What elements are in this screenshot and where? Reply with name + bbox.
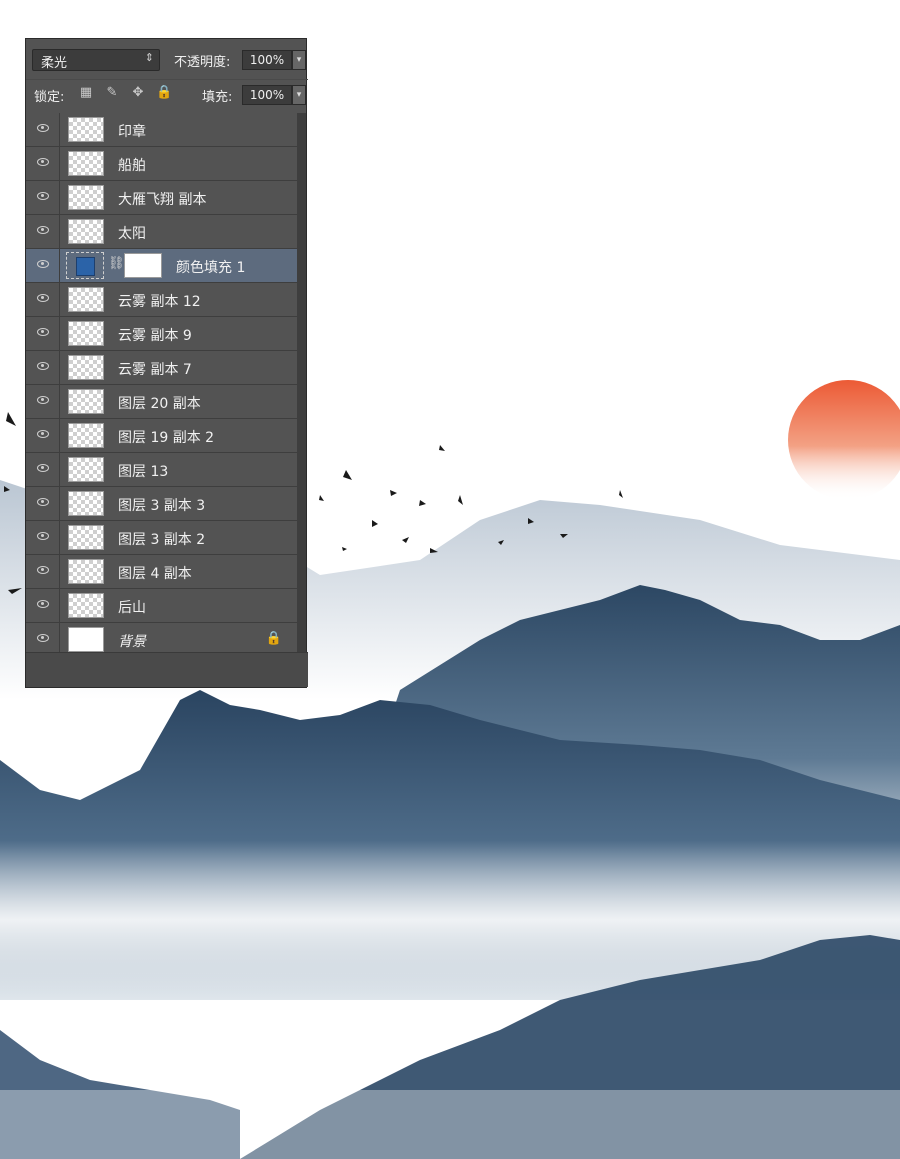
layer-name: 颜色填充 1 (176, 260, 246, 276)
layer-name: 图层 4 副本 (118, 566, 192, 582)
blend-opacity-row: 柔光 ⇕ 不透明度: 100% ▾ (26, 39, 308, 79)
fill-dropdown-icon[interactable]: ▾ (292, 85, 306, 105)
layer-name: 大雁飞翔 副本 (118, 192, 207, 208)
layer-name: 图层 3 副本 2 (118, 532, 206, 548)
visibility-eye-icon[interactable] (37, 566, 49, 574)
layer-name: 云雾 副本 7 (118, 362, 192, 378)
visibility-eye-icon[interactable] (37, 226, 49, 234)
layer-row[interactable]: 云雾 副本 9 (26, 317, 298, 351)
layer-row[interactable]: 船舶 (26, 147, 298, 181)
layer-thumbnail (68, 185, 104, 210)
opacity-dropdown-icon[interactable]: ▾ (292, 50, 306, 70)
visibility-eye-icon[interactable] (37, 498, 49, 506)
visibility-eye-icon[interactable] (37, 124, 49, 132)
blend-mode-dropdown[interactable]: 柔光 ⇕ (32, 49, 160, 71)
layer-name: 图层 13 (118, 464, 169, 480)
layer-lock-icon: 🔒 (265, 631, 282, 646)
layer-row[interactable]: 大雁飞翔 副本 (26, 181, 298, 215)
color-fill-thumbnail[interactable] (66, 252, 104, 279)
layer-name: 船舶 (118, 158, 146, 174)
layer-row[interactable]: 图层 3 副本 3 (26, 487, 298, 521)
sun-shape (788, 380, 900, 500)
layer-thumbnail (68, 559, 104, 584)
link-chain-icon[interactable]: ⛓ (108, 256, 125, 271)
layer-name: 背景 (118, 634, 146, 650)
visibility-eye-icon[interactable] (37, 192, 49, 200)
layer-row[interactable]: 图层 13 (26, 453, 298, 487)
layer-row[interactable]: 印章 (26, 113, 298, 147)
layer-thumbnail (68, 151, 104, 176)
layer-row[interactable]: 图层 3 副本 2 (26, 521, 298, 555)
layer-row[interactable]: 图层 20 副本 (26, 385, 298, 419)
visibility-eye-icon[interactable] (37, 464, 49, 472)
layer-thumbnail (68, 457, 104, 482)
visibility-eye-icon[interactable] (37, 600, 49, 608)
layer-thumbnail (68, 491, 104, 516)
layer-thumbnail (68, 287, 104, 312)
layer-row[interactable]: 太阳 (26, 215, 298, 249)
chevron-updown-icon: ⇕ (144, 51, 154, 64)
layer-thumbnail (68, 423, 104, 448)
layer-name: 云雾 副本 9 (118, 328, 192, 344)
layer-name: 后山 (118, 600, 146, 616)
visibility-eye-icon[interactable] (37, 362, 49, 370)
visibility-eye-icon[interactable] (37, 158, 49, 166)
opacity-input[interactable]: 100% (242, 50, 292, 70)
layer-name: 图层 20 副本 (118, 396, 201, 412)
layers-list: 印章 船舶 大雁飞翔 副本 太阳 ⛓ 颜色填充 1 云雾 副本 12 云雾 副本… (26, 113, 298, 657)
layer-thumbnail (68, 525, 104, 550)
layer-thumbnail (68, 219, 104, 244)
visibility-eye-icon[interactable] (37, 532, 49, 540)
panel-scrollbar[interactable] (297, 113, 306, 653)
bottom-mist (0, 1090, 900, 1159)
layer-row[interactable]: 后山 (26, 589, 298, 623)
fill-input[interactable]: 100% (242, 85, 292, 105)
visibility-eye-icon[interactable] (37, 396, 49, 404)
layer-thumbnail (68, 593, 104, 618)
layer-name: 太阳 (118, 226, 146, 242)
lock-all-icon[interactable]: 🔒 (156, 85, 172, 101)
layer-name: 印章 (118, 124, 146, 140)
visibility-eye-icon[interactable] (37, 634, 49, 642)
layer-mask-thumbnail[interactable] (124, 253, 162, 278)
layer-thumbnail (68, 627, 104, 652)
visibility-eye-icon[interactable] (37, 294, 49, 302)
layer-row[interactable]: 图层 4 副本 (26, 555, 298, 589)
layer-name: 图层 19 副本 2 (118, 430, 215, 446)
lock-label: 锁定: (34, 90, 65, 105)
visibility-eye-icon[interactable] (37, 430, 49, 438)
layer-row[interactable]: 图层 19 副本 2 (26, 419, 298, 453)
lock-image-pixels-icon[interactable]: ✎ (104, 85, 120, 101)
lock-position-icon[interactable]: ✥ (130, 85, 146, 101)
visibility-eye-icon[interactable] (37, 260, 49, 268)
layer-thumbnail (68, 355, 104, 380)
opacity-label: 不透明度: (174, 55, 231, 70)
layers-panel: 柔光 ⇕ 不透明度: 100% ▾ 锁定: 填充: 100% ▾ ▦ ✎ ✥ 🔒… (25, 38, 308, 688)
layer-thumbnail (68, 389, 104, 414)
layer-name: 图层 3 副本 3 (118, 498, 206, 514)
layer-row-selected[interactable]: ⛓ 颜色填充 1 (26, 249, 298, 283)
layer-thumbnail (68, 321, 104, 346)
visibility-eye-icon[interactable] (37, 328, 49, 336)
layer-row[interactable]: 云雾 副本 12 (26, 283, 298, 317)
layer-thumbnail (68, 117, 104, 142)
layer-row[interactable]: 云雾 副本 7 (26, 351, 298, 385)
fill-label: 填充: (202, 90, 233, 105)
lock-transparent-pixels-icon[interactable]: ▦ (78, 85, 94, 101)
blend-mode-value: 柔光 (41, 56, 68, 71)
layer-name: 云雾 副本 12 (118, 294, 201, 310)
panel-footer (26, 652, 308, 687)
